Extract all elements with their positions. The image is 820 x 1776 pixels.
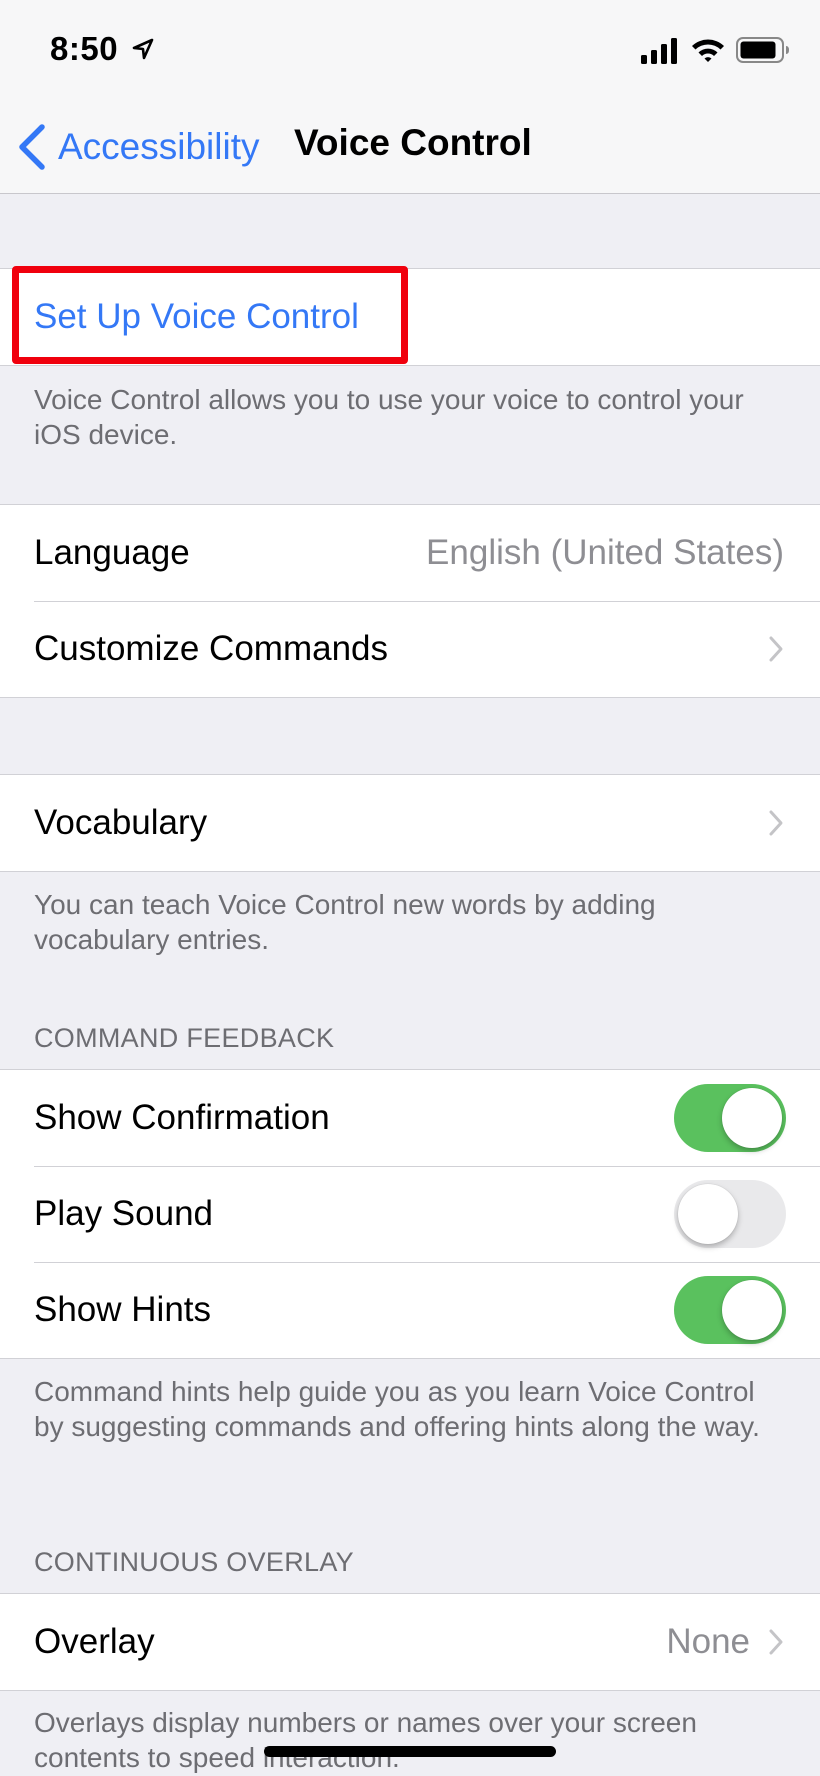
wifi-icon xyxy=(692,39,724,62)
continuous-overlay-header: CONTINUOUS OVERLAY xyxy=(34,1547,354,1577)
command-feedback-group: Show Confirmation Play Sound Show Hints xyxy=(0,1069,820,1359)
show-hints-label: Show Hints xyxy=(34,1290,212,1329)
customize-commands-label: Customize Commands xyxy=(34,629,388,668)
status-bar: 8:50 xyxy=(0,0,820,100)
back-label: Accessibility xyxy=(58,126,260,167)
status-time: 8:50 xyxy=(50,30,119,67)
language-row[interactable]: Language English (United States) xyxy=(0,505,820,601)
vocabulary-group: Vocabulary xyxy=(0,774,820,872)
setup-voice-control-button[interactable]: Set Up Voice Control xyxy=(0,269,820,365)
setup-footer: Voice Control allows you to use your voi… xyxy=(34,384,744,450)
language-label: Language xyxy=(34,533,190,572)
vocabulary-label: Vocabulary xyxy=(34,803,208,842)
language-value: English (United States) xyxy=(426,533,784,572)
home-indicator xyxy=(264,1746,556,1757)
show-hints-toggle[interactable] xyxy=(674,1276,786,1344)
vocabulary-row[interactable]: Vocabulary xyxy=(0,775,820,871)
play-sound-label: Play Sound xyxy=(34,1194,214,1233)
page-title: Voice Control xyxy=(294,122,532,163)
setup-voice-control-label: Set Up Voice Control xyxy=(34,297,359,336)
overlay-label: Overlay xyxy=(34,1622,155,1661)
customize-commands-row[interactable]: Customize Commands xyxy=(0,601,820,697)
play-sound-row: Play Sound xyxy=(0,1166,820,1262)
show-confirmation-label: Show Confirmation xyxy=(34,1098,330,1137)
show-hints-row: Show Hints xyxy=(0,1262,820,1358)
battery-icon xyxy=(736,37,789,63)
chevron-right-icon xyxy=(769,810,783,836)
overlay-row[interactable]: Overlay None xyxy=(0,1594,820,1690)
toggle-knob xyxy=(722,1280,782,1340)
back-button[interactable]: Accessibility xyxy=(16,122,260,172)
chevron-right-icon xyxy=(769,636,783,662)
toggle-knob xyxy=(678,1184,738,1244)
location-arrow-icon xyxy=(132,38,154,60)
chevron-left-icon xyxy=(19,124,45,170)
language-group: Language English (United States) Customi… xyxy=(0,504,820,698)
continuous-overlay-group: Overlay None xyxy=(0,1593,820,1691)
vocabulary-footer: You can teach Voice Control new words by… xyxy=(34,889,656,955)
toggle-knob xyxy=(722,1088,782,1148)
overlay-value: None xyxy=(666,1622,750,1661)
play-sound-toggle[interactable] xyxy=(674,1180,786,1248)
chevron-right-icon xyxy=(769,1629,783,1655)
cellular-signal-icon xyxy=(641,38,677,64)
continuous-overlay-footer: Overlays display numbers or names over y… xyxy=(34,1707,697,1773)
command-feedback-footer: Command hints help guide you as you lear… xyxy=(34,1376,760,1442)
command-feedback-header: COMMAND FEEDBACK xyxy=(34,1023,335,1053)
show-confirmation-row: Show Confirmation xyxy=(0,1070,820,1166)
show-confirmation-toggle[interactable] xyxy=(674,1084,786,1152)
setup-group: Set Up Voice Control xyxy=(0,268,820,366)
